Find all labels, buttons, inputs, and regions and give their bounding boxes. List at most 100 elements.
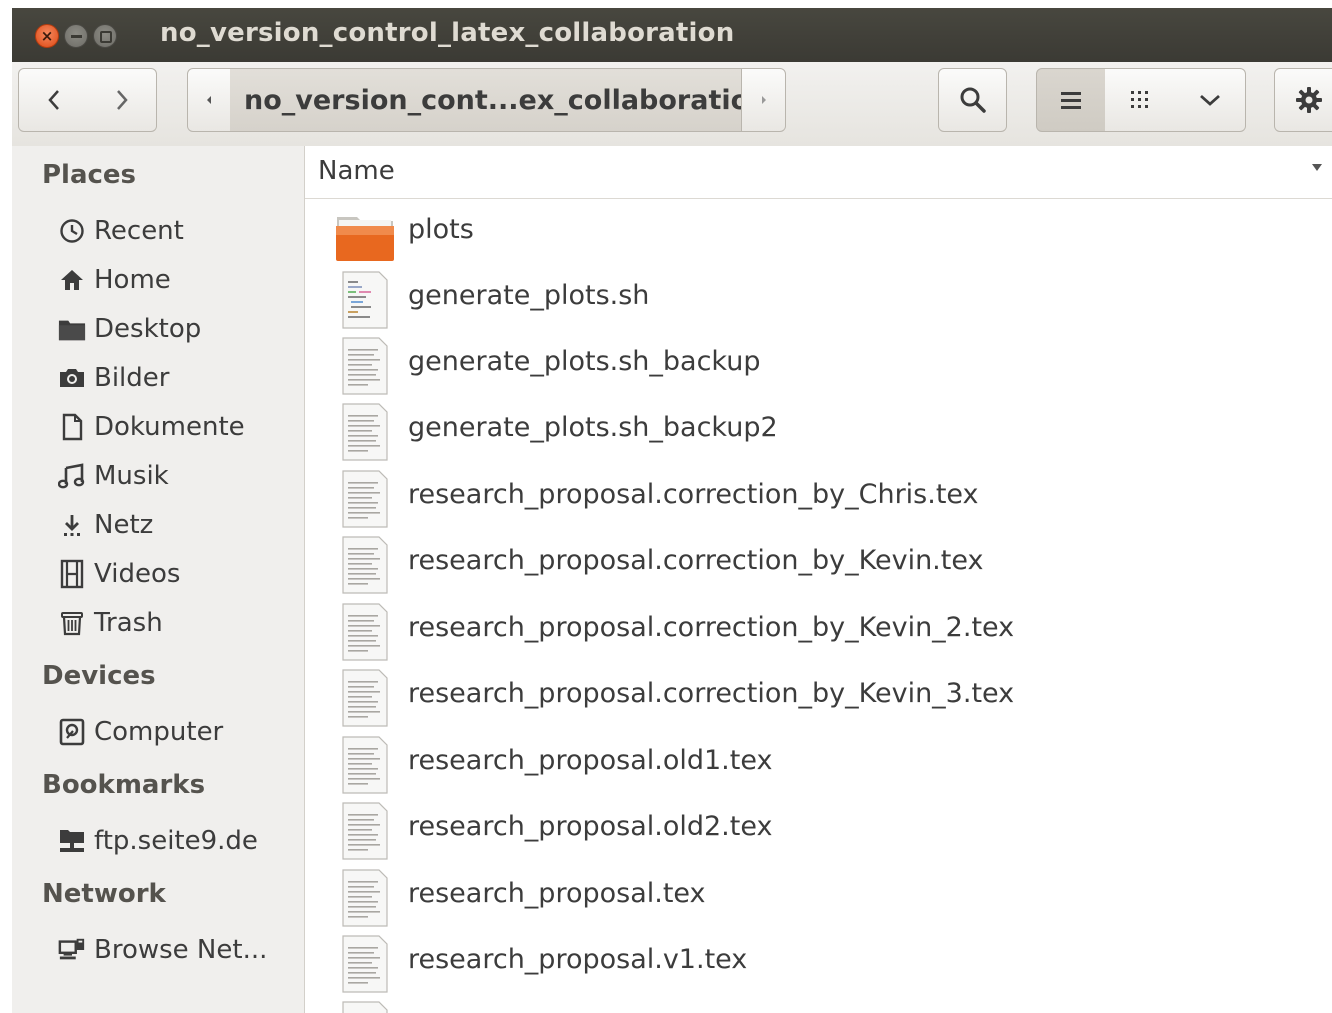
file-manager-window: × no_version_control_latex_collaboration… — [12, 8, 1332, 1013]
file-name: research_proposal.correction_by_Kevin_3.… — [408, 678, 1015, 709]
sidebar-item-videos[interactable]: Videos — [58, 552, 180, 596]
sidebar-item-ftp-bookmark[interactable]: ftp.seite9.de — [58, 819, 258, 863]
sidebar-item-bilder[interactable]: Bilder — [58, 356, 169, 400]
text-file-icon — [342, 802, 388, 860]
window-title: no_version_control_latex_collaboration — [160, 18, 735, 48]
devices-section-title: Devices — [42, 661, 156, 691]
back-button[interactable] — [18, 68, 89, 132]
sidebar-item-label: Videos — [94, 559, 181, 589]
file-name: research_proposal.old2.tex — [408, 811, 773, 842]
network-drive-icon — [58, 826, 86, 856]
network-section-title: Network — [42, 879, 166, 909]
clock-icon — [58, 216, 86, 246]
list-item[interactable]: research_proposal.correction_by_Kevin.te… — [305, 531, 1332, 597]
text-file-icon — [342, 669, 388, 727]
trash-icon — [58, 608, 86, 638]
list-icon — [1061, 92, 1081, 109]
sidebar-item-recent[interactable]: Recent — [58, 209, 184, 253]
path-scroll-right-button[interactable] — [741, 68, 786, 132]
sidebar-item-label: Desktop — [94, 314, 202, 344]
file-list: Name plots generate_plots.sh generate_pl… — [305, 146, 1332, 1013]
file-name: research_proposal.v1.tex — [408, 944, 748, 975]
list-item[interactable]: research_proposal.correction_by_Kevin_3.… — [305, 664, 1332, 730]
path-scroll-left-button[interactable] — [187, 68, 231, 132]
sidebar-item-label: Recent — [94, 216, 184, 246]
sidebar-item-label: Computer — [94, 717, 224, 747]
settings-button[interactable] — [1274, 68, 1332, 132]
text-file-icon — [342, 1001, 388, 1013]
column-header-label: Name — [318, 156, 395, 186]
sidebar: Places Recent Home Desktop Bilder Dokume… — [12, 146, 305, 1013]
maximize-window-button[interactable] — [93, 24, 117, 48]
film-icon — [58, 559, 86, 589]
file-name: generate_plots.sh — [408, 280, 650, 311]
folder-icon — [58, 314, 86, 344]
bookmarks-section-title: Bookmarks — [42, 770, 206, 800]
sidebar-item-desktop[interactable]: Desktop — [58, 307, 201, 351]
sidebar-item-label: Dokumente — [94, 412, 245, 442]
download-icon — [58, 510, 86, 540]
drive-icon — [58, 717, 86, 747]
forward-button[interactable] — [88, 68, 157, 132]
sidebar-item-label: Musik — [94, 461, 169, 491]
list-item[interactable] — [305, 996, 1332, 1013]
gear-icon — [1296, 87, 1322, 113]
sidebar-item-label: Browse Net... — [94, 935, 268, 965]
search-button[interactable] — [938, 68, 1007, 132]
sidebar-item-home[interactable]: Home — [58, 258, 171, 302]
list-item[interactable]: research_proposal.v1.tex — [305, 930, 1332, 996]
file-name: research_proposal.correction_by_Kevin.te… — [408, 545, 984, 576]
file-name: generate_plots.sh_backup2 — [408, 412, 778, 443]
small-arrow-right-icon — [761, 96, 766, 104]
name-column-header[interactable]: Name — [305, 146, 1332, 199]
home-icon — [58, 265, 86, 295]
text-file-icon — [342, 736, 388, 794]
sidebar-item-dokumente[interactable]: Dokumente — [58, 405, 245, 449]
list-item[interactable]: generate_plots.sh_backup2 — [305, 398, 1332, 464]
sidebar-item-label: Netz — [94, 510, 154, 540]
sidebar-item-label: Home — [94, 265, 171, 295]
search-icon — [960, 87, 986, 113]
close-window-button[interactable]: × — [35, 24, 59, 48]
text-file-icon — [342, 470, 388, 528]
sidebar-item-label: Bilder — [94, 363, 170, 393]
sidebar-item-computer[interactable]: Computer — [58, 710, 223, 754]
document-icon — [58, 412, 86, 442]
file-name: plots — [408, 214, 474, 245]
grid-view-button[interactable] — [1105, 68, 1176, 132]
camera-icon — [58, 363, 86, 393]
script-file-icon — [342, 271, 388, 329]
list-item[interactable]: plots — [305, 200, 1332, 266]
file-name: research_proposal.old1.tex — [408, 745, 773, 776]
list-item[interactable]: research_proposal.old1.tex — [305, 731, 1332, 797]
list-item[interactable]: research_proposal.old2.tex — [305, 797, 1332, 863]
network-icon — [58, 935, 86, 965]
list-item[interactable]: research_proposal.tex — [305, 864, 1332, 930]
file-name: research_proposal.tex — [408, 878, 706, 909]
file-name: research_proposal.correction_by_Kevin_2.… — [408, 612, 1015, 643]
list-item[interactable]: generate_plots.sh_backup — [305, 332, 1332, 398]
sidebar-item-browse-network[interactable]: Browse Net... — [58, 928, 267, 972]
sidebar-item-label: ftp.seite9.de — [94, 826, 258, 856]
list-item[interactable]: research_proposal.correction_by_Kevin_2.… — [305, 598, 1332, 664]
toolbar: no_version_cont...ex_collaboration — [12, 62, 1332, 147]
text-file-icon — [342, 403, 388, 461]
list-item[interactable]: research_proposal.correction_by_Chris.te… — [305, 465, 1332, 531]
text-file-icon — [342, 536, 388, 594]
path-current-button[interactable]: no_version_cont...ex_collaboration — [230, 68, 742, 132]
sort-arrow-icon[interactable] — [1312, 164, 1322, 171]
sidebar-item-musik[interactable]: Musik — [58, 454, 169, 498]
sidebar-item-trash[interactable]: Trash — [58, 601, 163, 645]
sidebar-item-label: Trash — [94, 608, 163, 638]
text-file-icon — [342, 337, 388, 395]
text-file-icon — [342, 603, 388, 661]
chevron-right-icon — [117, 90, 128, 110]
folder-icon — [336, 217, 394, 261]
title-bar[interactable]: × no_version_control_latex_collaboration — [12, 8, 1332, 62]
text-file-icon — [342, 935, 388, 993]
list-item[interactable]: generate_plots.sh — [305, 266, 1332, 332]
view-options-button[interactable] — [1175, 68, 1246, 132]
list-view-button[interactable] — [1036, 68, 1106, 132]
sidebar-item-netz[interactable]: Netz — [58, 503, 153, 547]
minimize-window-button[interactable] — [64, 24, 88, 48]
